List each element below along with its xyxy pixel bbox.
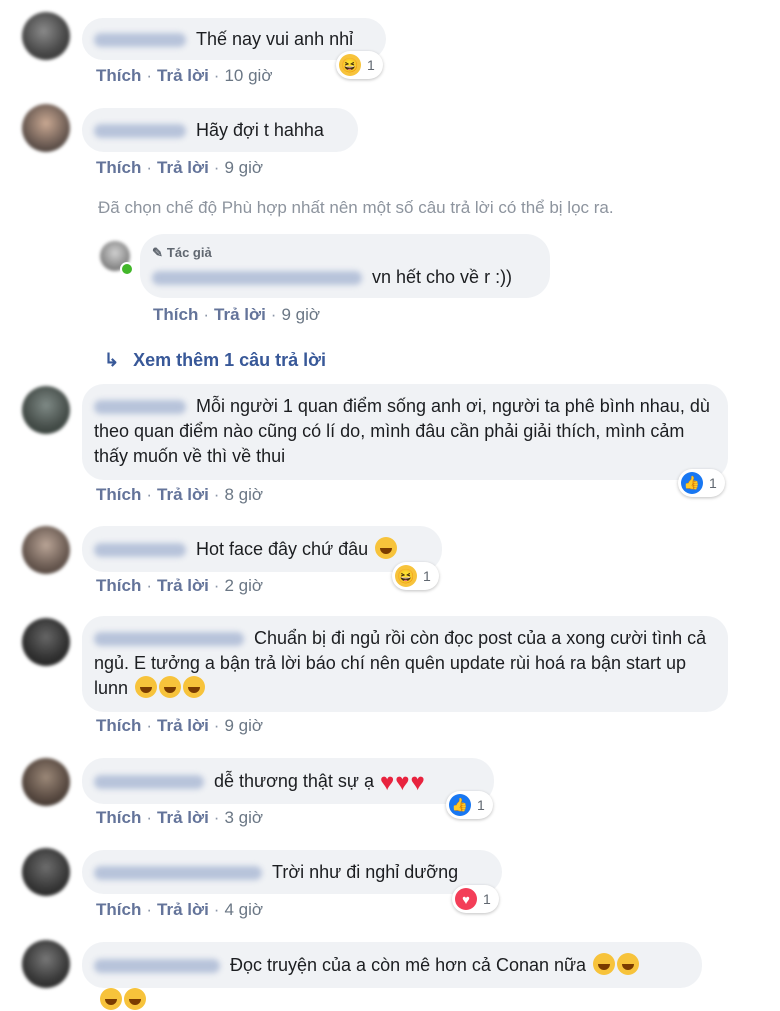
haha-icon: 😆 — [339, 54, 361, 76]
reply-link[interactable]: Trả lời — [214, 305, 266, 324]
avatar[interactable] — [22, 758, 70, 806]
comment-actions: Thích · Trả lời · 8 giờ — [96, 485, 264, 504]
grin-emoji-icon — [124, 988, 146, 1010]
pen-icon: ✎ — [152, 245, 163, 260]
commenter-name[interactable] — [94, 543, 186, 558]
comment-bubble: dễ thương thật sự ạ ♥♥♥ — [82, 758, 494, 804]
commenter-name[interactable] — [94, 775, 204, 790]
author-badge: ✎ Tác giả — [152, 240, 212, 265]
laugh-cry-emoji-icon — [135, 676, 158, 698]
timestamp[interactable]: 9 giờ — [224, 716, 263, 735]
timestamp[interactable]: 3 giờ — [224, 808, 263, 827]
comment-actions: Thích · Trả lời · 9 giờ — [96, 716, 264, 735]
timestamp[interactable]: 10 giờ — [224, 66, 272, 85]
comment-text: Trời như đi nghỉ dưỡng — [272, 862, 459, 882]
reply-link[interactable]: Trả lời — [157, 576, 209, 595]
commenter-name[interactable] — [94, 33, 186, 48]
reaction-count: 1 — [367, 57, 375, 73]
avatar[interactable] — [22, 12, 70, 60]
timestamp[interactable]: 9 giờ — [281, 305, 320, 324]
comment-bubble: ✎ Tác giả vn hết cho về r :)) — [140, 234, 550, 298]
comment-bubble: Đọc truyện của a còn mê hơn cả Conan nữa — [82, 942, 702, 988]
reaction-badge[interactable]: 😆 1 — [392, 562, 439, 590]
reply-link[interactable]: Trả lời — [157, 716, 209, 735]
commenter-name[interactable] — [94, 400, 186, 415]
reply-arrow-icon: ↳ — [104, 350, 120, 370]
heart-emoji-icon: ♥ — [380, 769, 395, 796]
comment-text: dễ thương thật sự ạ — [214, 771, 374, 791]
avatar[interactable] — [22, 618, 70, 666]
author-badge-label: Tác giả — [166, 245, 212, 260]
commenter-name[interactable] — [94, 959, 220, 974]
comment-actions: Thích · Trả lời · 9 giờ — [96, 158, 264, 177]
grin-emoji-icon — [617, 953, 640, 975]
commenter-name[interactable] — [94, 124, 186, 139]
reaction-badge[interactable]: 😆 1 — [336, 51, 383, 79]
reply-link[interactable]: Trả lời — [157, 66, 209, 85]
avatar[interactable] — [22, 848, 70, 896]
comment-text: Đọc truyện của a còn mê hơn cả Conan nữa — [230, 955, 587, 975]
like-reaction-icon: 👍 — [449, 794, 471, 816]
avatar[interactable] — [22, 526, 70, 574]
love-reaction-icon: ♥ — [455, 888, 477, 910]
reaction-count: 1 — [709, 475, 717, 491]
like-link[interactable]: Thích — [96, 485, 141, 504]
comment-bubble: Chuẩn bị đi ngủ rồi còn đọc post của a x… — [82, 616, 728, 712]
view-more-label: Xem thêm 1 câu trả lời — [133, 350, 326, 370]
laugh-cry-emoji-icon — [159, 676, 182, 698]
like-link[interactable]: Thích — [96, 900, 141, 919]
comment-bubble: Hot face đây chứ đâu — [82, 526, 442, 572]
reaction-badge[interactable]: 👍 1 — [678, 469, 725, 497]
comment-actions: Thích · Trả lời · 9 giờ — [153, 305, 321, 324]
heart-emoji-icon: ♥ — [395, 769, 410, 796]
like-link[interactable]: Thích — [96, 808, 141, 827]
haha-icon: 😆 — [395, 565, 417, 587]
comment-text: Hot face đây chứ đâu — [196, 539, 369, 559]
timestamp[interactable]: 9 giờ — [224, 158, 263, 177]
reply-link[interactable]: Trả lời — [157, 900, 209, 919]
heart-emoji-icon: ♥ — [410, 769, 425, 796]
comment-actions: Thích · Trả lời · 3 giờ — [96, 808, 264, 827]
comment-text: vn hết cho về r :)) — [372, 267, 513, 287]
grin-emoji-icon — [375, 537, 398, 559]
view-more-replies-link[interactable]: ↳ Xem thêm 1 câu trả lời — [104, 350, 326, 371]
filter-notice: Đã chọn chế độ Phù hợp nhất nên một số c… — [98, 198, 614, 217]
like-reaction-icon: 👍 — [681, 472, 703, 494]
timestamp[interactable]: 8 giờ — [224, 485, 263, 504]
like-link[interactable]: Thích — [96, 66, 141, 85]
reply-link[interactable]: Trả lời — [157, 158, 209, 177]
comment-text: Mỗi người 1 quan điểm sống anh ơi, người… — [94, 396, 710, 466]
avatar[interactable] — [22, 386, 70, 434]
avatar[interactable] — [22, 940, 70, 988]
reaction-badge[interactable]: ♥ 1 — [452, 885, 499, 913]
reaction-count: 1 — [483, 891, 491, 907]
reply-link[interactable]: Trả lời — [157, 808, 209, 827]
timestamp[interactable]: 4 giờ — [224, 900, 263, 919]
reply-link[interactable]: Trả lời — [157, 485, 209, 504]
comment-bubble: Mỗi người 1 quan điểm sống anh ơi, người… — [82, 384, 728, 480]
online-indicator — [120, 262, 134, 276]
reaction-count: 1 — [423, 568, 431, 584]
comment-actions: Thích · Trả lời · 10 giờ — [96, 66, 273, 85]
comment-actions: Thích · Trả lời · 4 giờ — [96, 900, 264, 919]
commenter-name[interactable] — [94, 632, 244, 647]
comment-text: Hãy đợi t hahha — [196, 120, 324, 140]
avatar[interactable] — [22, 104, 70, 152]
reaction-count: 1 — [477, 797, 485, 813]
like-link[interactable]: Thích — [96, 158, 141, 177]
like-link[interactable]: Thích — [96, 716, 141, 735]
comment-bubble: Trời như đi nghỉ dưỡng — [82, 850, 502, 894]
reaction-badge[interactable]: 👍 1 — [446, 791, 493, 819]
like-link[interactable]: Thích — [153, 305, 198, 324]
grin-emoji-icon — [100, 988, 122, 1010]
comment-actions: Thích · Trả lời · 2 giờ — [96, 576, 264, 595]
comment-bubble: Hãy đợi t hahha — [82, 108, 358, 152]
like-link[interactable]: Thích — [96, 576, 141, 595]
timestamp[interactable]: 2 giờ — [224, 576, 263, 595]
grin-emoji-icon — [593, 953, 616, 975]
commenter-name[interactable] — [94, 866, 262, 881]
commenter-name[interactable] — [152, 271, 362, 286]
comment-text: Thế nay vui anh nhỉ — [196, 29, 354, 49]
laugh-cry-emoji-icon — [183, 676, 206, 698]
